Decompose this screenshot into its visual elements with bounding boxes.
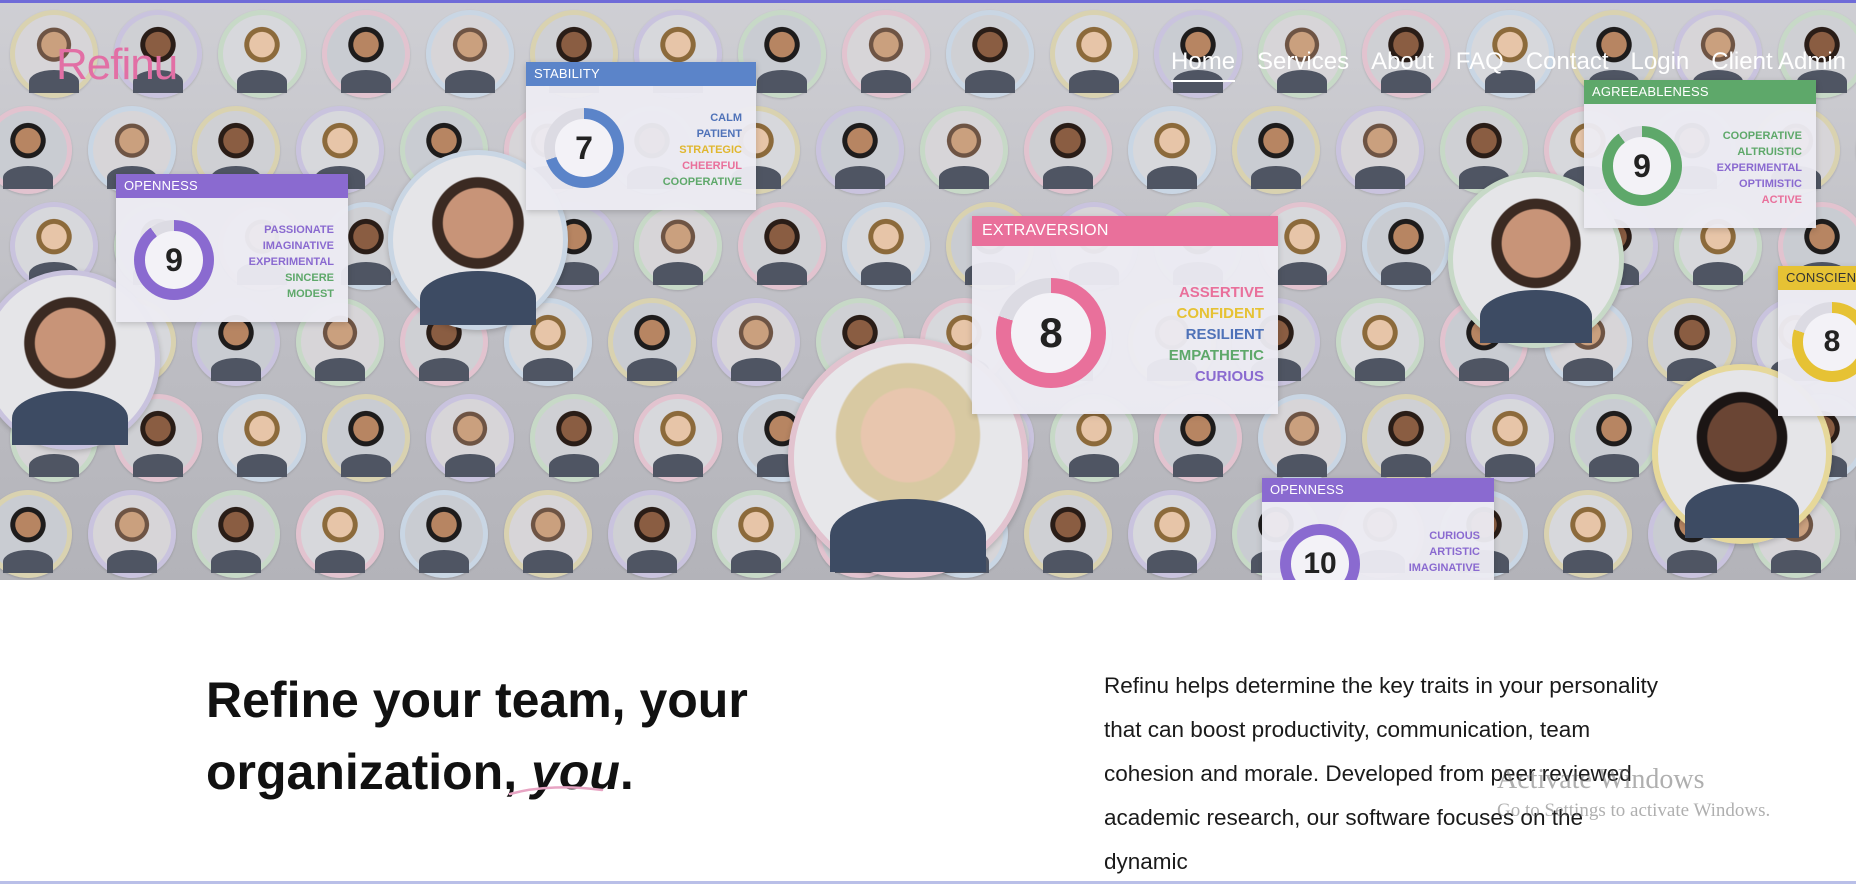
nav-faq-link[interactable]: FAQ bbox=[1456, 48, 1504, 82]
score-ring: 9 bbox=[1602, 126, 1682, 206]
score-ring: 9 bbox=[134, 220, 214, 300]
trait-list: CURIOUS ARTISTIC IMAGINATIVE bbox=[1408, 530, 1480, 574]
nav-about-link[interactable]: About bbox=[1371, 48, 1434, 82]
score-ring: 8 bbox=[1792, 302, 1856, 382]
background-avatar bbox=[1336, 298, 1424, 386]
top-accent-border bbox=[0, 0, 1856, 3]
site-logo[interactable]: Refinu bbox=[56, 40, 178, 90]
background-avatar bbox=[1362, 394, 1450, 482]
trait-list: ASSERTIVE CONFIDENT RESILIENT EMPATHETIC… bbox=[1168, 284, 1264, 385]
score-ring: 8 bbox=[996, 278, 1106, 388]
trait-card-stability: STABILITY 7 CALM PATIENT STRATEGIC CHEER… bbox=[526, 62, 756, 210]
background-avatar bbox=[816, 106, 904, 194]
main-nav: Home Services About FAQ Contact Login Cl… bbox=[1171, 48, 1846, 82]
background-avatar bbox=[842, 10, 930, 98]
background-avatar bbox=[322, 10, 410, 98]
background-avatar bbox=[218, 394, 306, 482]
score-value: 9 bbox=[145, 231, 203, 289]
card-header: CONSCIEN bbox=[1778, 266, 1856, 290]
card-header: OPENNESS bbox=[1262, 478, 1494, 502]
score-value: 9 bbox=[1613, 137, 1671, 195]
background-avatar bbox=[1024, 490, 1112, 578]
nav-login-link[interactable]: Login bbox=[1631, 48, 1690, 82]
background-avatar bbox=[504, 490, 592, 578]
background-avatar bbox=[192, 490, 280, 578]
background-avatar bbox=[608, 298, 696, 386]
trait-list: CALM PATIENT STRATEGIC CHEERFUL COOPERAT… bbox=[662, 112, 742, 188]
background-avatar bbox=[946, 10, 1034, 98]
headline-underline-swash bbox=[508, 786, 604, 796]
background-avatar bbox=[634, 394, 722, 482]
card-header: STABILITY bbox=[526, 62, 756, 86]
background-avatar bbox=[426, 10, 514, 98]
trait-card-openness: OPENNESS 9 PASSIONATE IMAGINATIVE EXPERI… bbox=[116, 174, 348, 322]
score-value: 8 bbox=[1011, 293, 1091, 373]
background-avatar bbox=[426, 394, 514, 482]
nav-contact-link[interactable]: Contact bbox=[1526, 48, 1609, 82]
background-avatar bbox=[1362, 202, 1450, 290]
background-avatar bbox=[1570, 394, 1658, 482]
score-ring: 7 bbox=[544, 108, 624, 188]
background-avatar bbox=[1128, 490, 1216, 578]
background-avatar bbox=[400, 490, 488, 578]
trait-card-agreeableness: AGREEABLENESS 9 COOPERATIVE ALTRUISTIC E… bbox=[1584, 80, 1816, 228]
background-avatar bbox=[322, 394, 410, 482]
background-avatar bbox=[1050, 10, 1138, 98]
background-avatar bbox=[1336, 106, 1424, 194]
background-avatar bbox=[1232, 106, 1320, 194]
background-avatar bbox=[0, 490, 72, 578]
background-avatar bbox=[842, 202, 930, 290]
card-header: EXTRAVERSION bbox=[972, 216, 1278, 246]
background-avatar bbox=[608, 490, 696, 578]
nav-services-link[interactable]: Services bbox=[1257, 48, 1349, 82]
card-header: OPENNESS bbox=[116, 174, 348, 198]
background-avatar bbox=[712, 298, 800, 386]
score-ring: 10 bbox=[1280, 524, 1360, 580]
background-avatar bbox=[88, 490, 176, 578]
score-value: 8 bbox=[1803, 313, 1856, 371]
card-header: AGREEABLENESS bbox=[1584, 80, 1816, 104]
hero-banner: STABILITY 7 CALM PATIENT STRATEGIC CHEER… bbox=[0, 0, 1856, 580]
background-avatar bbox=[1544, 490, 1632, 578]
score-value: 10 bbox=[1291, 535, 1349, 580]
background-avatar bbox=[738, 202, 826, 290]
background-avatar bbox=[1024, 106, 1112, 194]
nav-client-admin-link[interactable]: Client Admin bbox=[1711, 48, 1846, 82]
background-avatar bbox=[0, 106, 72, 194]
background-avatar bbox=[296, 490, 384, 578]
background-avatar bbox=[920, 106, 1008, 194]
background-avatar bbox=[712, 490, 800, 578]
trait-list: COOPERATIVE ALTRUISTIC EXPERIMENTAL OPTI… bbox=[1716, 130, 1802, 206]
trait-card-openness-2: OPENNESS 10 CURIOUS ARTISTIC IMAGINATIVE bbox=[1262, 478, 1494, 580]
background-avatar bbox=[1128, 106, 1216, 194]
background-avatar bbox=[1466, 394, 1554, 482]
background-avatar bbox=[634, 202, 722, 290]
trait-list: PASSIONATE IMAGINATIVE EXPERIMENTAL SINC… bbox=[248, 224, 334, 300]
trait-card-conscientiousness: CONSCIEN 8 bbox=[1778, 266, 1856, 416]
background-avatar bbox=[530, 394, 618, 482]
score-value: 7 bbox=[555, 119, 613, 177]
windows-activation-watermark: Activate Windows Go to Settings to activ… bbox=[1497, 764, 1771, 821]
trait-card-extraversion: EXTRAVERSION 8 ASSERTIVE CONFIDENT RESIL… bbox=[972, 216, 1278, 414]
background-avatar bbox=[218, 10, 306, 98]
nav-home-link[interactable]: Home bbox=[1171, 48, 1236, 82]
